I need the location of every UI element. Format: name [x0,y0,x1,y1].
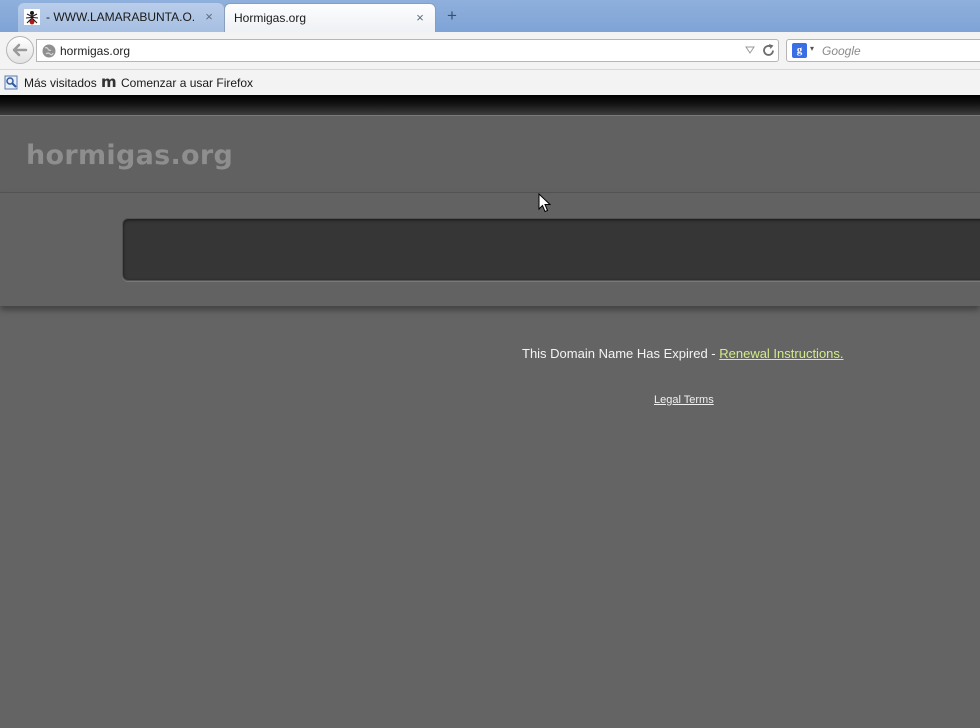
address-bar[interactable]: hormigas.org [36,39,779,62]
tab-lamarabunta[interactable]: - WWW.LAMARABUNTA.O... × [18,3,224,32]
globe-icon [42,44,56,58]
search-band [0,193,980,306]
search-placeholder: Google [822,44,861,58]
ant-favicon-icon [24,9,40,25]
bookmarks-toolbar: Más visitados m Comenzar a usar Firefox [0,70,980,95]
page-top-bar [0,95,980,115]
expired-message: This Domain Name Has Expired - Renewal I… [522,346,844,361]
engine-dropdown-icon[interactable]: ▾ [810,44,814,53]
tab-hormigas[interactable]: Hormigas.org × [224,3,436,32]
url-dropdown-arrow-icon[interactable] [745,45,755,55]
mouse-cursor-icon [538,193,551,213]
navigation-bar: hormigas.org g ▾ Google [0,32,980,70]
site-logo[interactable]: hormigas.org [26,140,233,171]
new-tab-button[interactable]: + [443,7,461,25]
expired-text: This Domain Name Has Expired - [522,346,720,361]
search-bar[interactable]: g ▾ Google [786,39,980,62]
google-engine-icon[interactable]: g [792,43,807,58]
legal-terms-link[interactable]: Legal Terms [654,394,714,406]
search-panel [122,218,980,281]
most-visited-icon [4,75,18,90]
reload-icon[interactable] [761,43,776,58]
close-tab-icon[interactable]: × [201,9,217,25]
tab-label: Hormigas.org [234,11,307,25]
tab-bar: - WWW.LAMARABUNTA.O... × Hormigas.org × … [0,0,980,32]
bookmark-label: Más visitados [24,76,97,90]
renewal-instructions-link[interactable]: Renewal Instructions. [719,346,843,361]
tab-label: - WWW.LAMARABUNTA.O... [46,10,196,24]
bookmark-label: Comenzar a usar Firefox [121,76,254,90]
back-arrow-icon [12,43,28,57]
close-tab-icon[interactable]: × [412,10,428,26]
url-text: hormigas.org [60,44,131,58]
back-button[interactable] [6,36,34,64]
getting-started-icon: m [101,73,117,91]
page-header: hormigas.org [0,115,980,193]
